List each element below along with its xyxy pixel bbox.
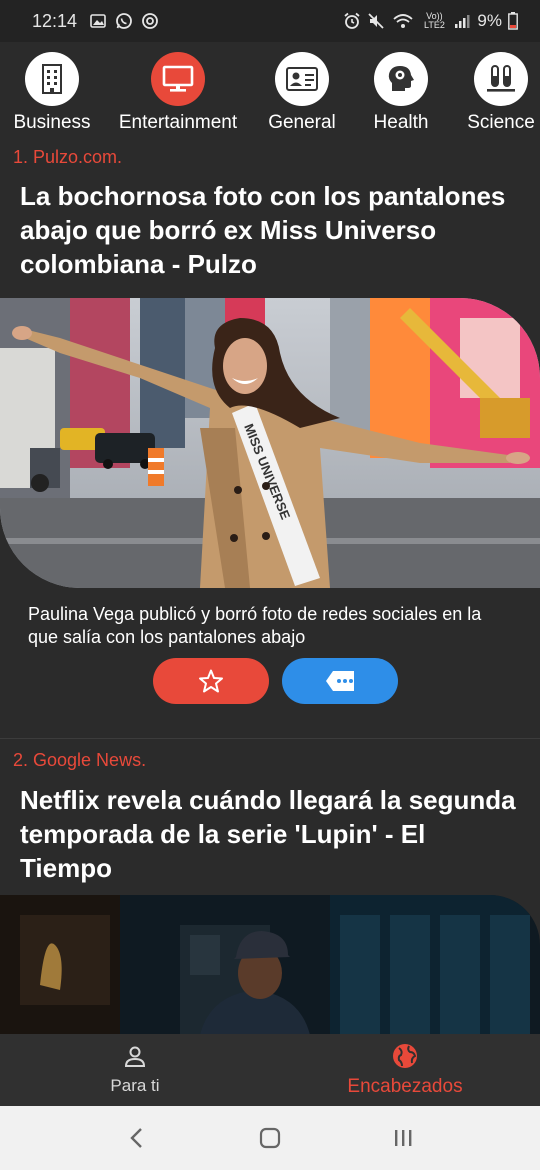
head-brain-icon xyxy=(374,52,428,106)
star-icon xyxy=(198,669,223,693)
home-button[interactable] xyxy=(250,1118,290,1158)
nav-label: Encabezados xyxy=(347,1076,463,1097)
favorite-button[interactable] xyxy=(152,658,269,704)
building-icon xyxy=(25,52,79,106)
category-label: Business xyxy=(13,112,91,133)
battery-percent: 9% xyxy=(477,11,502,30)
bottom-nav: Para ti Encabezados xyxy=(0,1034,540,1106)
article-source: 1. Pulzo.com. xyxy=(13,147,123,167)
article-card[interactable]: 1. Pulzo.com. La bochornosa foto con los… xyxy=(0,142,540,739)
share-tag-icon xyxy=(325,671,354,691)
article-image[interactable]: MISS UNIVERSE xyxy=(0,298,540,588)
nav-label: Para ti xyxy=(110,1076,160,1095)
globe-icon xyxy=(393,1044,417,1068)
status-right: Vo)) LTE2 9% xyxy=(343,11,518,31)
home-square-icon xyxy=(259,1127,281,1149)
category-science[interactable]: Science xyxy=(460,52,540,134)
signal-icon xyxy=(453,12,471,30)
mute-icon xyxy=(367,12,385,30)
sync-icon xyxy=(141,12,159,30)
category-health[interactable]: Health xyxy=(361,52,441,134)
category-business[interactable]: Business xyxy=(10,52,94,134)
nav-headlines[interactable]: Encabezados xyxy=(270,1034,540,1106)
category-general[interactable]: General xyxy=(260,52,344,134)
category-label: General xyxy=(268,112,336,133)
monitor-icon xyxy=(151,52,205,106)
news-feed[interactable]: 1. Pulzo.com. La bochornosa foto con los… xyxy=(0,142,540,1034)
network-label: Vo)) LTE2 xyxy=(424,11,445,30)
category-label: Health xyxy=(373,112,429,133)
wifi-calling-icon xyxy=(391,12,415,30)
category-label: Entertainment xyxy=(118,112,238,133)
share-button[interactable] xyxy=(281,658,398,704)
woman-in-sash-times-square-photo: MISS UNIVERSE xyxy=(0,298,540,588)
image-icon xyxy=(89,12,107,30)
status-left: 12:14 xyxy=(32,11,159,32)
nav-for-you[interactable]: Para ti xyxy=(0,1034,270,1106)
article-actions xyxy=(0,658,540,732)
category-bar: Business Entertainment General Health Sc… xyxy=(0,42,540,142)
status-bar: 12:14 Vo)) LTE2 9% xyxy=(0,0,540,42)
whatsapp-icon xyxy=(115,12,133,30)
test-tubes-icon xyxy=(474,52,528,106)
article-image[interactable] xyxy=(0,895,540,1034)
category-entertainment[interactable]: Entertainment xyxy=(110,52,246,134)
alarm-icon xyxy=(343,12,361,30)
article-source: 2. Google News. xyxy=(13,750,147,770)
back-chevron-icon xyxy=(129,1128,142,1148)
back-button[interactable] xyxy=(117,1118,157,1158)
id-card-icon xyxy=(275,52,329,106)
article-description: Paulina Vega publicó y borró foto de red… xyxy=(28,604,482,647)
man-in-cap-dark-room-photo xyxy=(0,895,540,1034)
article-headline[interactable]: La bochornosa foto con los pantalones ab… xyxy=(0,178,540,298)
article-headline[interactable]: Netflix revela cuándo llegará la segunda… xyxy=(0,782,540,895)
battery-icon xyxy=(508,12,518,30)
category-label: Science xyxy=(467,112,535,133)
person-icon xyxy=(124,1046,146,1067)
article-card[interactable]: 2. Google News. Netflix revela cuándo ll… xyxy=(0,739,540,1034)
recents-button[interactable] xyxy=(383,1118,423,1158)
system-navigation-bar xyxy=(0,1106,540,1170)
status-time: 12:14 xyxy=(32,10,78,31)
recents-lines-icon xyxy=(395,1130,412,1146)
